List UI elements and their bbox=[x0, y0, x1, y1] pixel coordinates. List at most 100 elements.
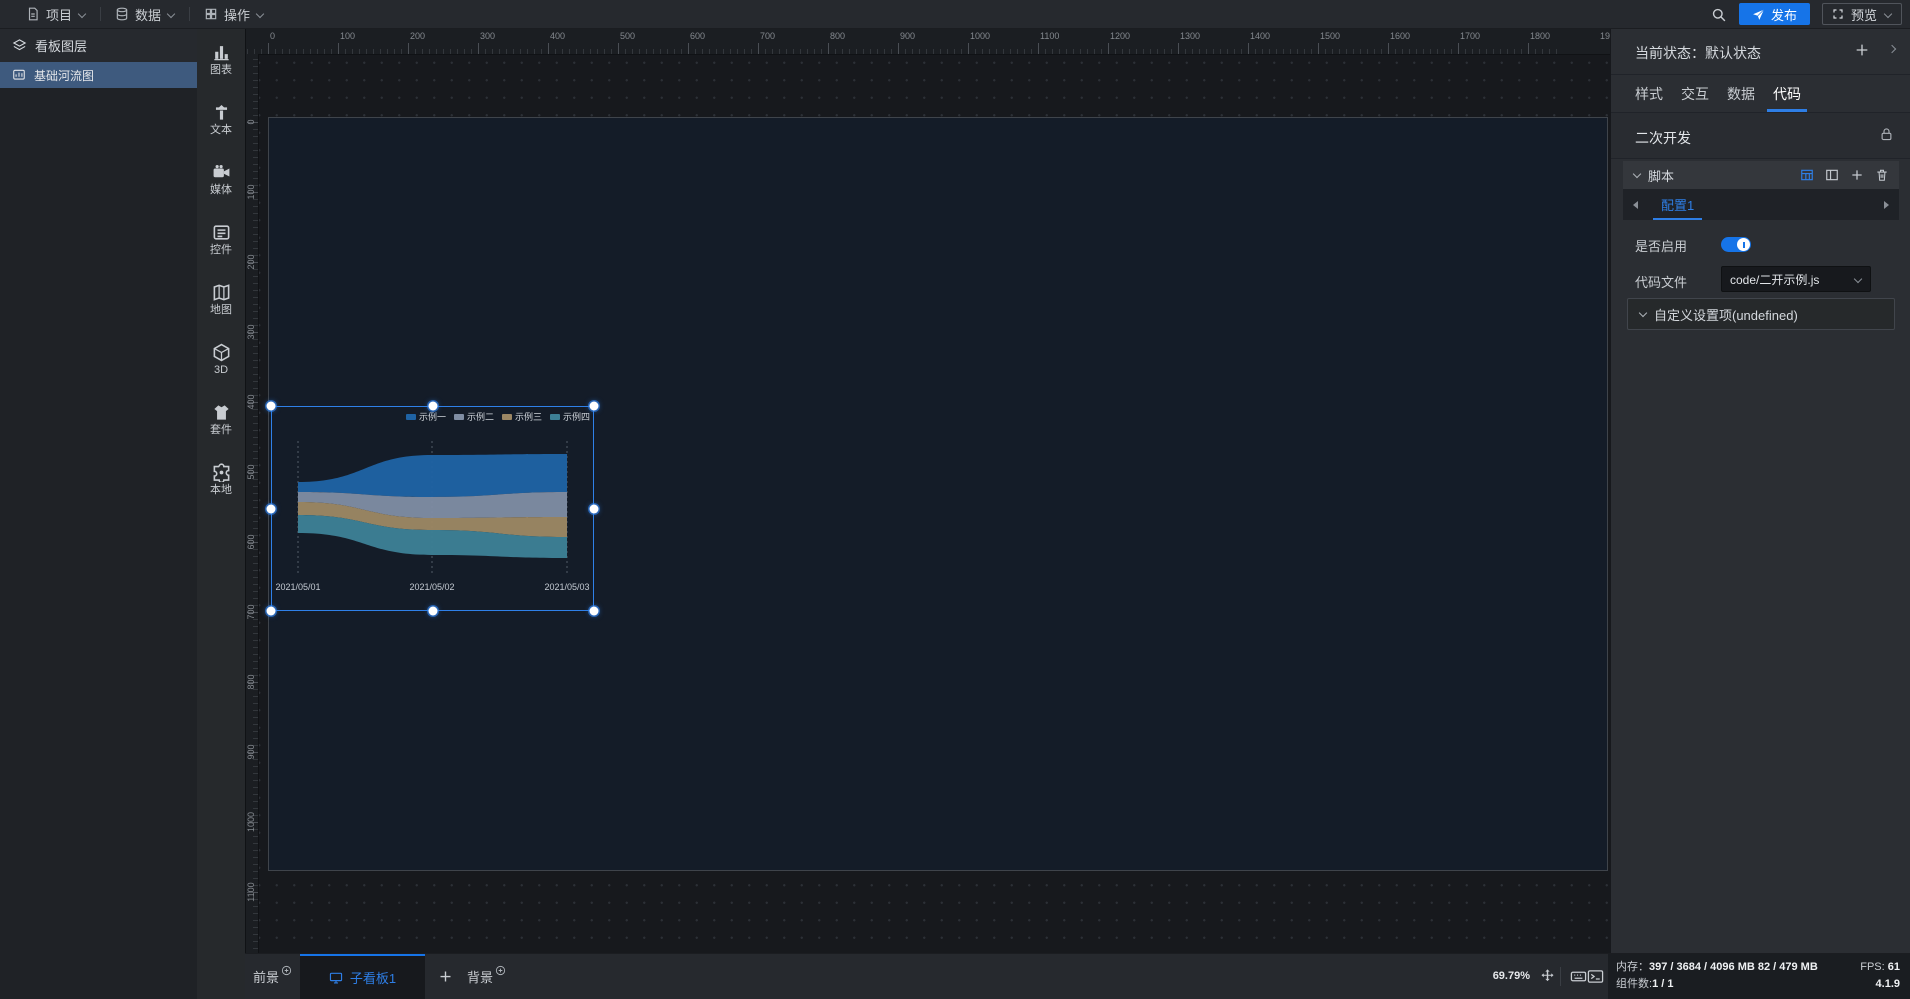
table-icon[interactable] bbox=[1800, 168, 1814, 182]
ruler-label: 900 bbox=[900, 31, 916, 41]
tool-widget[interactable]: 控件 bbox=[197, 223, 245, 269]
tool-cube[interactable]: 3D bbox=[197, 343, 245, 389]
tool-local[interactable]: 本地 bbox=[197, 463, 245, 509]
config-tab-1[interactable]: 配置1 bbox=[1653, 189, 1703, 220]
local-icon bbox=[212, 463, 231, 482]
menu-document[interactable]: 项目 bbox=[12, 0, 100, 28]
ruler-label: 100 bbox=[340, 31, 356, 41]
tool-kit[interactable]: 套件 bbox=[197, 403, 245, 449]
script-section-header[interactable]: 脚本 bbox=[1623, 161, 1899, 189]
prev-config-arrow[interactable] bbox=[1633, 201, 1638, 209]
selection-border bbox=[271, 406, 594, 611]
publish-button[interactable]: 发布 bbox=[1738, 3, 1810, 25]
resize-handle[interactable] bbox=[428, 606, 437, 616]
main-menus: 项目 数据 操作 bbox=[12, 0, 278, 28]
add-state-icon[interactable] bbox=[1854, 42, 1870, 58]
ruler-label: 300 bbox=[246, 324, 256, 340]
code-file-select[interactable]: code/二开示例.js bbox=[1721, 266, 1871, 292]
next-config-arrow[interactable] bbox=[1884, 201, 1889, 209]
ruler-label: 800 bbox=[246, 674, 256, 690]
layer-item-river-chart[interactable]: 基础河流图 bbox=[0, 62, 197, 88]
tool-label: 控件 bbox=[210, 244, 232, 256]
resize-handle[interactable] bbox=[589, 504, 599, 513]
ruler-label: 600 bbox=[246, 534, 256, 550]
layout-columns-icon[interactable] bbox=[1825, 168, 1839, 182]
terminal-icon[interactable] bbox=[1587, 968, 1604, 985]
widget-icon bbox=[212, 223, 231, 242]
menu-label: 项目 bbox=[46, 7, 73, 23]
vertical-ruler: 0 100 200 300 400 500 600 700 800 900 1000 1100 bbox=[245, 54, 259, 953]
horizontal-ruler: 0 100 200 300 400 500 600 700 800 900 1000 1100 1200… bbox=[245, 28, 1610, 55]
themeriver-chart-component[interactable]: 示例一 示例二 示例三 示例四 2021/05/01 2021/05/02 2021/05… bbox=[266, 401, 599, 616]
chevron-right-icon[interactable] bbox=[1888, 45, 1896, 53]
script-config-tabstrip: 配置1 bbox=[1623, 189, 1899, 220]
foreground-tab[interactable]: 前景 bbox=[253, 954, 292, 999]
subboard-tab[interactable]: 子看板1 bbox=[300, 954, 425, 999]
ruler-label: 200 bbox=[246, 254, 256, 270]
resize-handle[interactable] bbox=[266, 504, 276, 513]
fps-value: 61 bbox=[1887, 961, 1900, 973]
tab-交互[interactable]: 交互 bbox=[1681, 75, 1709, 112]
tool-label: 套件 bbox=[210, 424, 232, 436]
component-toolbar: 图表文本媒体控件地图 3D 套件本地 bbox=[197, 28, 246, 999]
tab-样式[interactable]: 样式 bbox=[1635, 75, 1663, 112]
ruler-label: 0 bbox=[246, 119, 256, 125]
ruler-label: 300 bbox=[480, 31, 496, 41]
ruler-label: 400 bbox=[550, 31, 566, 41]
plus-icon[interactable] bbox=[1850, 168, 1864, 182]
chevron-down-icon bbox=[167, 10, 175, 18]
dev-section-header[interactable]: 二次开发 bbox=[1611, 113, 1910, 159]
zoom-percentage[interactable]: 69.79% bbox=[1493, 970, 1530, 982]
components-label: 组件数: bbox=[1616, 978, 1653, 990]
chart-layer-icon bbox=[12, 68, 26, 82]
resize-handle[interactable] bbox=[589, 401, 599, 411]
chevron-down-icon bbox=[1639, 310, 1647, 318]
add-background-icon[interactable] bbox=[495, 965, 506, 976]
code-file-label: 代码文件 bbox=[1635, 275, 1688, 290]
resize-handle[interactable] bbox=[589, 606, 599, 616]
ruler-label: 1000 bbox=[246, 811, 256, 833]
cube-icon bbox=[212, 343, 231, 362]
custom-settings-section[interactable]: 自定义设置项(undefined) bbox=[1627, 298, 1895, 330]
enable-toggle[interactable] bbox=[1721, 237, 1751, 252]
map-icon bbox=[212, 283, 231, 302]
fit-screen-icon[interactable] bbox=[1539, 968, 1556, 985]
foreground-label: 前景 bbox=[253, 970, 280, 985]
resize-handle[interactable] bbox=[266, 401, 276, 411]
resize-handle[interactable] bbox=[266, 606, 276, 616]
resize-handle[interactable] bbox=[428, 401, 437, 411]
preview-button[interactable]: 预览 bbox=[1821, 3, 1902, 25]
editor-canvas[interactable]: 0 100 200 300 400 500 600 700 800 900 1000 1100 1200… bbox=[245, 28, 1610, 953]
tool-map[interactable]: 地图 bbox=[197, 283, 245, 329]
add-foreground-icon[interactable] bbox=[281, 965, 292, 976]
ruler-label: 500 bbox=[246, 464, 256, 480]
keyboard-icon[interactable] bbox=[1569, 968, 1588, 985]
chevron-down-icon[interactable] bbox=[1884, 10, 1892, 18]
tool-media[interactable]: 媒体 bbox=[197, 163, 245, 209]
menu-grid[interactable]: 操作 bbox=[190, 0, 278, 28]
tool-text[interactable]: 文本 bbox=[197, 103, 245, 149]
state-header: 当前状态：默认状态 bbox=[1611, 28, 1910, 75]
ruler-label: 900 bbox=[246, 744, 256, 760]
tool-label: 地图 bbox=[210, 304, 232, 316]
tab-代码[interactable]: 代码 bbox=[1767, 75, 1807, 112]
add-board-button[interactable] bbox=[430, 954, 460, 999]
menu-database[interactable]: 数据 bbox=[101, 0, 189, 28]
tool-chart[interactable]: 图表 bbox=[197, 43, 245, 89]
text-icon bbox=[212, 103, 231, 122]
ruler-label: 1400 bbox=[1250, 31, 1271, 41]
grid-icon bbox=[204, 7, 218, 21]
tool-label: 3D bbox=[213, 364, 229, 376]
enable-label: 是否启用 bbox=[1635, 239, 1688, 254]
trash-icon[interactable] bbox=[1875, 168, 1889, 182]
tab-数据[interactable]: 数据 bbox=[1727, 75, 1755, 112]
layer-panel: 看板图层 基础河流图 bbox=[0, 28, 197, 999]
background-tab[interactable]: 背景 bbox=[467, 954, 506, 999]
chevron-down-icon bbox=[78, 10, 86, 18]
chevron-down-icon bbox=[1854, 275, 1862, 283]
current-state-text: 当前状态：默认状态 bbox=[1635, 45, 1761, 61]
search-icon[interactable] bbox=[1710, 6, 1727, 23]
config-panel: 当前状态：默认状态 样式 交互 数据 代码 二次开发 脚本 配置1 是否启用 代码文件… bbox=[1610, 28, 1910, 953]
background-label: 背景 bbox=[467, 970, 494, 985]
lock-icon[interactable] bbox=[1879, 127, 1894, 142]
